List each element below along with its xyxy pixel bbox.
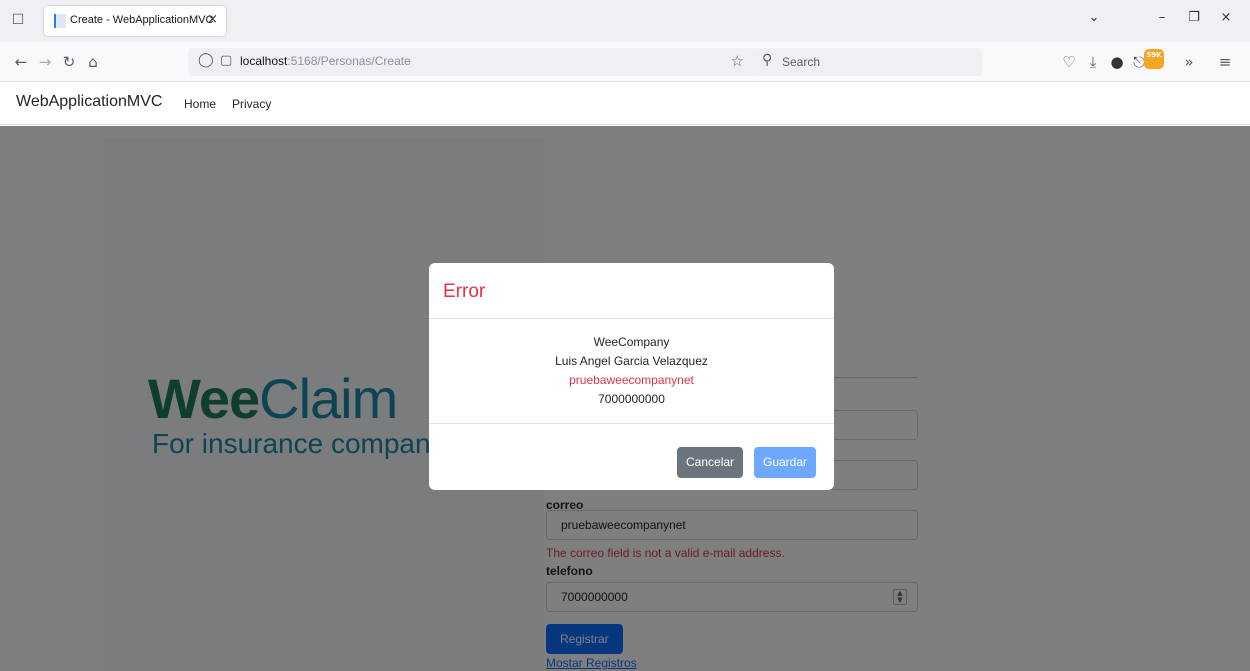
bookmark-star-icon[interactable]: ☆ <box>731 52 744 70</box>
tracking-shield-icon[interactable]: ◯ <box>198 52 214 68</box>
search-placeholder: Search <box>782 55 821 69</box>
reload-icon[interactable]: ↻ <box>58 52 80 72</box>
nav-link-home[interactable]: Home <box>184 97 216 111</box>
tab-list-icon[interactable]: ☐ <box>8 10 28 30</box>
browser-tab-active[interactable]: Create - WebApplicationMVC × <box>44 6 226 36</box>
window-close-icon[interactable]: × <box>1214 10 1238 25</box>
page-info-icon[interactable]: ▢ <box>220 53 232 68</box>
menu-hamburger-icon[interactable]: ≡ <box>1214 52 1236 72</box>
back-arrow-icon[interactable]: ← <box>10 52 32 72</box>
tab-close-icon[interactable]: × <box>207 12 218 27</box>
error-modal: Error WeeCompany Luis Angel Garcia Velaz… <box>429 263 834 490</box>
window-minimize-icon[interactable]: – <box>1150 10 1174 25</box>
search-icon: ⚲ <box>762 52 773 68</box>
modal-footer: Cancelar Guardar <box>429 425 834 490</box>
modal-phone: 7000000000 <box>598 392 665 406</box>
browser-toolbar: ← → ↻ ⌂ ◯ ▢ localhost:5168/Personas/Crea… <box>0 42 1250 82</box>
modal-email-invalid: pruebaweecompanynet <box>569 373 694 387</box>
site-navbar: WebApplicationMVC Home Privacy <box>0 83 1250 125</box>
site-brand[interactable]: WebApplicationMVC <box>16 93 162 111</box>
browser-tab-strip: ☐ Create - WebApplicationMVC × ⌄ – ❐ × <box>0 0 1250 42</box>
home-icon[interactable]: ⌂ <box>82 52 104 72</box>
nav-link-privacy[interactable]: Privacy <box>232 97 271 111</box>
window-restore-icon[interactable]: ❐ <box>1182 10 1206 25</box>
page-favicon-icon <box>54 14 66 28</box>
extension-icon[interactable]: 59K <box>1144 49 1164 69</box>
downloads-icon[interactable]: ⤓ <box>1082 52 1104 72</box>
modal-body: WeeCompany Luis Angel Garcia Velazquez p… <box>429 320 834 424</box>
search-bar[interactable]: ⚲ Search <box>754 48 982 76</box>
tab-overflow-chevron-icon[interactable]: ⌄ <box>1082 10 1106 25</box>
modal-title: Error <box>443 281 486 302</box>
pocket-icon[interactable]: ♡ <box>1058 52 1080 72</box>
address-bar[interactable]: ◯ ▢ localhost:5168/Personas/Create ☆ <box>188 48 756 76</box>
modal-full-name: Luis Angel Garcia Velazquez <box>555 354 708 368</box>
save-button[interactable]: Guardar <box>754 447 817 478</box>
more-tools-icon[interactable]: » <box>1178 52 1200 72</box>
forward-arrow-icon[interactable]: → <box>34 52 56 72</box>
modal-header: Error <box>429 263 834 319</box>
modal-company: WeeCompany <box>593 335 670 349</box>
cancel-button[interactable]: Cancelar <box>677 447 744 478</box>
tab-title: Create - WebApplicationMVC <box>70 14 214 26</box>
account-icon[interactable]: ● <box>1106 52 1128 72</box>
url-text[interactable]: localhost:5168/Personas/Create <box>240 54 411 68</box>
